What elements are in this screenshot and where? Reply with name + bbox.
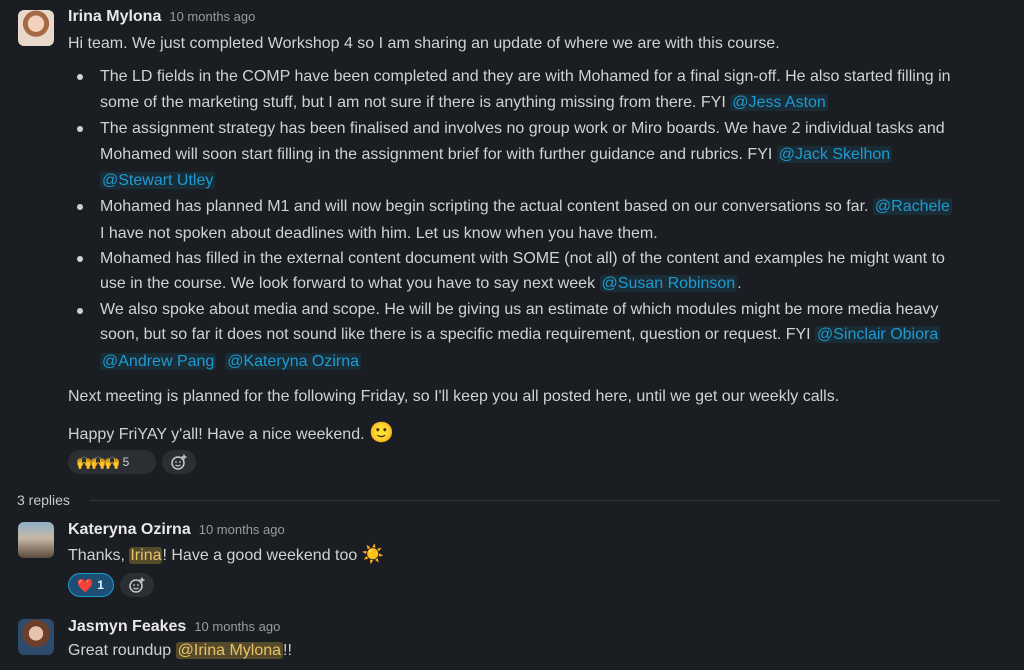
bullet-4-text: use in the course. We look forward to wh… <box>100 275 600 292</box>
bullet-1-text: some of the marketing stuff, but I am no… <box>100 94 731 111</box>
bullet-3-text: Mohamed has planned M1 and will now begi… <box>100 198 873 215</box>
highlighted-name: Irina <box>129 547 163 564</box>
reply-2-text: Great roundup @Irina Mylona!! <box>68 642 292 660</box>
reply-2-timestamp[interactable]: 10 months ago <box>194 619 280 634</box>
replies-count: 3 replies <box>17 492 80 508</box>
bullet-dot <box>77 74 83 80</box>
sun-icon: ☀️ <box>361 544 385 564</box>
raised-hands-icon: 🙌🙌🙌 <box>76 454 121 470</box>
reply-1-text: Thanks, Irina! Have a good weekend too ☀… <box>68 545 384 565</box>
bullet-5-line-3: @Andrew Pang @Kateryna Ozirna <box>100 353 362 371</box>
reply-1-author[interactable]: Kateryna Ozirna 10 months ago <box>68 521 285 539</box>
red-heart-icon: ❤️ <box>77 577 94 593</box>
reaction-heart[interactable]: ❤️ 1 <box>68 573 114 597</box>
reply-1-timestamp[interactable]: 10 months ago <box>199 522 285 537</box>
author-name-text[interactable]: Irina Mylona <box>68 8 161 25</box>
bullet-dot <box>77 126 83 132</box>
add-reaction-icon <box>171 454 187 470</box>
bullet-dot <box>77 204 83 210</box>
bullet-1-line-2: some of the marketing stuff, but I am no… <box>100 94 828 112</box>
bullet-5-line-2: soon, but so far it does not sound like … <box>100 326 941 344</box>
mention-andrew-pang[interactable]: @Andrew Pang <box>100 353 217 370</box>
bullet-3-line-2: I have not spoken about deadlines with h… <box>100 225 658 242</box>
reaction-count: 1 <box>97 578 104 592</box>
mention-sinclair-obiora[interactable]: @Sinclair Obiora <box>815 326 941 343</box>
reply-1-pre: Thanks, <box>68 547 130 564</box>
reply-2-post: !! <box>283 642 292 659</box>
reaction-raised-hands[interactable]: 🙌🙌🙌 5 <box>68 450 156 474</box>
avatar-jasmyn-feakes[interactable] <box>18 619 54 655</box>
bullet-5-text: soon, but so far it does not sound like … <box>100 326 816 343</box>
reaction-count: 5 <box>122 455 130 469</box>
reply-1-author-name[interactable]: Kateryna Ozirna <box>68 521 191 538</box>
avatar-kateryna-ozirna[interactable] <box>18 522 54 558</box>
closing-text: Happy FriYAY y'all! Have a nice weekend. <box>68 426 369 443</box>
closing-line: Happy FriYAY y'all! Have a nice weekend.… <box>68 423 394 444</box>
message-timestamp[interactable]: 10 months ago <box>169 9 255 24</box>
add-reaction-button[interactable] <box>120 573 154 597</box>
bullet-3-line-1: Mohamed has planned M1 and will now begi… <box>100 198 952 216</box>
bullet-5-line-1: We also spoke about media and scope. He … <box>100 301 939 318</box>
slightly-smiling-face-icon: 🙂 <box>368 422 394 444</box>
add-reaction-button[interactable] <box>162 450 196 474</box>
add-reaction-icon <box>129 577 145 593</box>
next-meeting-text: Next meeting is planned for the followin… <box>68 388 840 405</box>
bullet-4-period: . <box>737 275 742 292</box>
bullet-dot <box>77 308 83 314</box>
avatar-irina-mylona[interactable] <box>18 10 54 46</box>
bullet-2-line-3: @Stewart Utley <box>100 172 216 190</box>
mention-jack-skelhon[interactable]: @Jack Skelhon <box>776 146 893 163</box>
bullet-dot <box>77 256 83 262</box>
mention-rachele[interactable]: @Rachele <box>872 198 952 215</box>
author-name[interactable]: Irina Mylona 10 months ago <box>68 8 255 26</box>
bullet-2-line-1: The assignment strategy has been finalis… <box>100 120 945 137</box>
reply-2-author[interactable]: Jasmyn Feakes 10 months ago <box>68 618 280 636</box>
mention-susan-robinson[interactable]: @Susan Robinson <box>599 275 738 292</box>
bullet-4-line-2: use in the course. We look forward to wh… <box>100 275 742 293</box>
bullet-2-line-2: Mohamed will soon start filling in the a… <box>100 146 893 164</box>
message-intro: Hi team. We just completed Workshop 4 so… <box>68 35 780 52</box>
mention-jess-aston[interactable]: @Jess Aston <box>730 94 828 111</box>
reply-1-post: ! Have a good weekend too <box>162 547 362 564</box>
mention-irina-mylona[interactable]: @Irina Mylona <box>175 642 284 659</box>
bullet-2-text: Mohamed will soon start filling in the a… <box>100 146 777 163</box>
reply-2-author-name[interactable]: Jasmyn Feakes <box>68 618 186 635</box>
bullet-4-line-1: Mohamed has filled in the external conte… <box>100 250 945 267</box>
mention-kateryna-ozirna[interactable]: @Kateryna Ozirna <box>225 353 362 370</box>
reply-2-pre: Great roundup <box>68 642 176 659</box>
bullet-1-line-1: The LD fields in the COMP have been comp… <box>100 68 951 85</box>
mention-stewart-utley[interactable]: @Stewart Utley <box>100 172 216 189</box>
thread-divider <box>90 500 999 501</box>
